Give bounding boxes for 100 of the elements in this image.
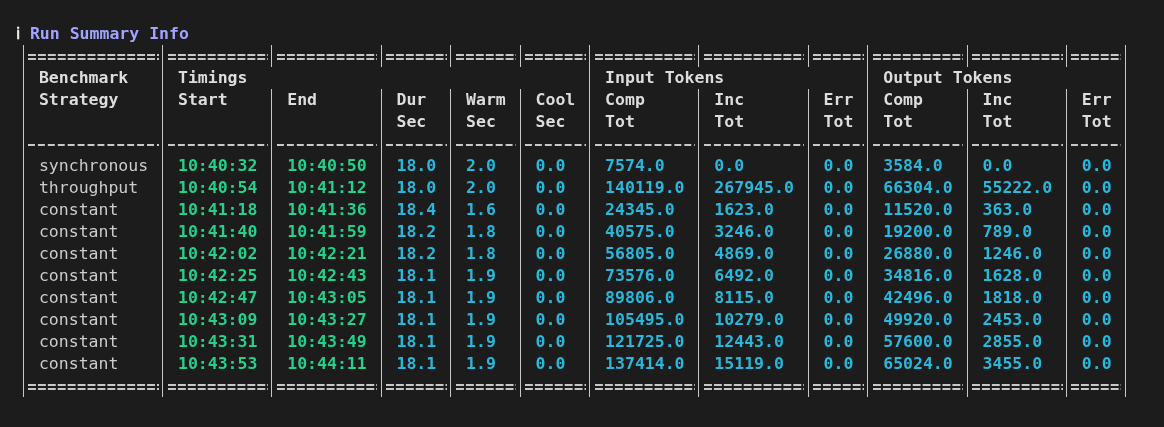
table-cell: 18.1 [396,332,437,351]
table-cell: constant [38,244,119,263]
table-cell: 0.0 [714,156,745,175]
table-cell: 0.0 [535,310,566,329]
table-cell: 8115.0 [714,288,774,307]
table-cell: 10:43:09 [177,310,258,329]
table-cell: 0.0 [823,288,854,307]
table-cell: 0.0 [823,156,854,175]
table-cell: 73576.0 [605,266,675,285]
table-cell: 0.0 [1081,222,1112,241]
column-header: Dur [396,90,427,109]
table-cell: 2.0 [466,156,496,175]
table-cell: 11520.0 [883,200,953,219]
table-cell: 1.9 [466,332,496,351]
table-cell: 4869.0 [714,244,774,263]
table-cell: 10:42:02 [177,244,258,263]
table-cell: 0.0 [823,354,854,373]
table-cell: 18.4 [396,200,437,219]
column-header: Err [823,90,854,109]
table-cell: 10:42:47 [177,288,258,307]
table-cell: 0.0 [823,222,854,241]
table-cell: 267945.0 [714,178,794,197]
table-cell: constant [38,332,119,351]
table-cell: 24345.0 [605,200,675,219]
table-cell: constant [38,222,119,241]
table-cell: 1818.0 [982,288,1043,307]
table-cell: 1.9 [466,354,496,373]
table-cell: 0.0 [823,244,854,263]
column-header: Tot [1081,112,1112,131]
table-cell: constant [38,200,119,219]
table-cell: 0.0 [535,266,566,285]
table-cell: constant [38,288,119,307]
table-cell: 0.0 [823,200,854,219]
column-header: Strategy [38,90,119,109]
column-header: Benchmark [38,68,129,87]
column-header: Err [1081,90,1112,109]
table-cell: 1.8 [466,222,496,241]
table-cell: 10:41:18 [177,200,258,219]
column-header: Tot [823,112,854,131]
table-cell: 0.0 [823,178,854,197]
table-cell: 10:44:11 [287,354,367,373]
table-cell: 10:41:40 [177,222,258,241]
column-header: End [287,90,318,109]
table-cell: 34816.0 [883,266,953,285]
table-cell: 18.1 [396,354,437,373]
column-header: Cool [535,90,576,109]
table-cell: 0.0 [1081,354,1112,373]
column-header: Sec [466,112,496,131]
table-cell: 10:43:05 [287,288,367,307]
column-header: Tot [714,112,745,131]
table-cell: constant [38,310,119,329]
info-icon: ℹ [16,23,20,45]
table-cell: 1628.0 [982,266,1043,285]
table-cell: 10:40:50 [287,156,367,175]
table-cell: 121725.0 [605,332,685,351]
table-cell: 42496.0 [883,288,953,307]
table-cell: 10:40:32 [177,156,258,175]
column-header: Tot [605,112,635,131]
table-cell: 2855.0 [982,332,1043,351]
table-cell: throughput [38,178,139,197]
table-cell: 1623.0 [714,200,774,219]
table-cell: 56805.0 [605,244,675,263]
group-header: Output Tokens [883,68,1013,87]
table-cell: 0.0 [535,244,566,263]
table-cell: 137414.0 [605,354,685,373]
table-cell: 0.0 [1081,332,1112,351]
table-cell: 1.8 [466,244,496,263]
table-cell: 0.0 [535,332,566,351]
table-cell: 18.0 [396,156,437,175]
table-cell: 0.0 [823,310,854,329]
table-cell: 1246.0 [982,244,1043,263]
table-cell: 19200.0 [883,222,953,241]
table-cell: 0.0 [823,332,854,351]
table-cell: 10:40:54 [177,178,258,197]
table-cell: 10:43:31 [177,332,258,351]
table-cell: 89806.0 [605,288,675,307]
table-cell: synchronous [38,156,149,175]
table-cell: 10:41:59 [287,222,367,241]
table-cell: 57600.0 [883,332,953,351]
table-cell: 3246.0 [714,222,774,241]
table-cell: 10279.0 [714,310,784,329]
column-header: Inc [714,90,745,109]
table-cell: 0.0 [535,200,566,219]
table-cell: 0.0 [1081,156,1112,175]
table-cell: 10:43:53 [177,354,258,373]
column-header: Sec [535,112,566,131]
table-cell: 3584.0 [883,156,943,175]
table-cell: 65024.0 [883,354,953,373]
table-cell: 140119.0 [605,178,685,197]
column-header: Inc [982,90,1013,109]
table-cell: 363.0 [982,200,1033,219]
table-cell: 10:43:49 [287,332,367,351]
table-cell: 0.0 [535,222,566,241]
table-cell: 15119.0 [714,354,784,373]
table-cell: 1.9 [466,266,496,285]
table-cell: 0.0 [535,156,566,175]
column-header: Sec [396,112,427,131]
table-cell: 0.0 [535,288,566,307]
table-cell: constant [38,266,119,285]
table-cell: 6492.0 [714,266,774,285]
